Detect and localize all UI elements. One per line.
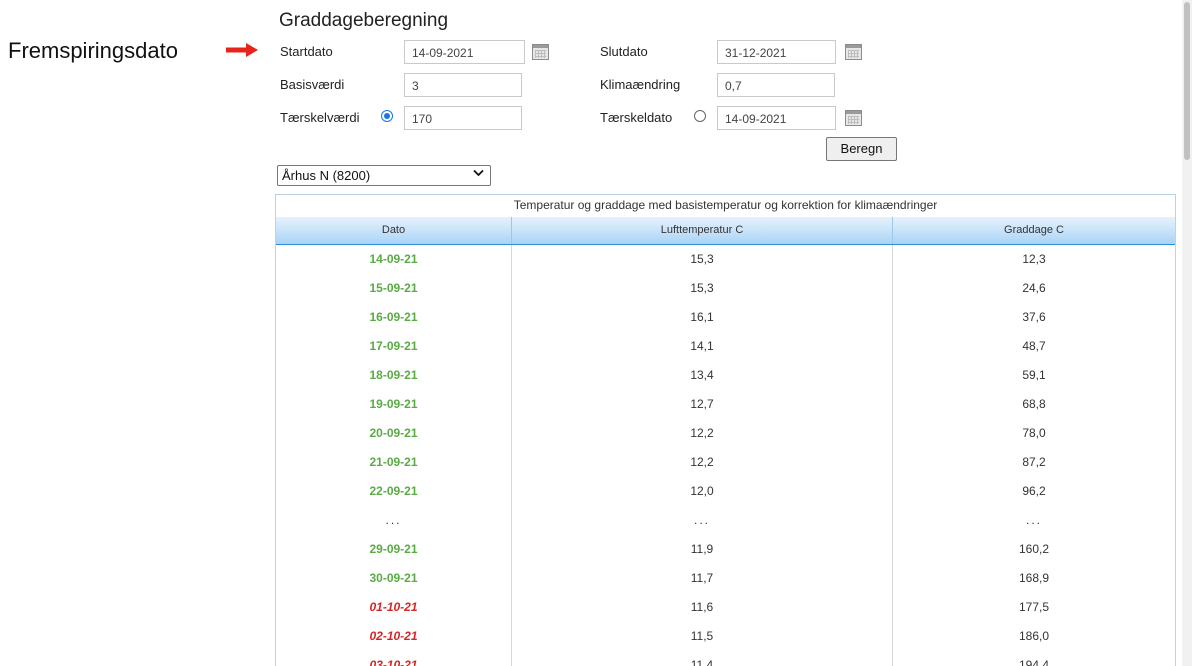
taerskeldato-label: Tærskeldato xyxy=(600,110,673,125)
table-row: 19-09-21 12,7 68,8 xyxy=(276,390,1175,419)
cell-graddage: 59,1 xyxy=(1022,368,1046,382)
taerskeldato-field[interactable]: 14-09-2021 xyxy=(717,106,836,130)
table-row: 17-09-21 14,1 48,7 xyxy=(276,332,1175,361)
cell-dato: 18-09-21 xyxy=(276,361,512,390)
taerskelvaerdi-field[interactable]: 170 xyxy=(404,106,522,130)
basisvaerdi-label: Basisværdi xyxy=(280,77,345,92)
table-body: 14-09-21 15,3 12,3 15-09-21 15,3 24,6 16-09-21… xyxy=(276,245,1175,666)
table-row: 16-09-21 16,1 37,6 xyxy=(276,303,1175,332)
cell-dato: 14-09-21 xyxy=(276,245,512,274)
taerskelvaerdi-label: Tærskelværdi xyxy=(280,110,360,125)
klimaaendring-field[interactable]: 0,7 xyxy=(717,73,835,97)
station-select[interactable]: Århus N (8200) xyxy=(277,165,491,186)
cell-graddage: 96,2 xyxy=(1022,484,1046,498)
cell-graddage: 68,8 xyxy=(1022,397,1046,411)
page-title: Graddageberegning xyxy=(279,10,449,31)
scrollbar[interactable] xyxy=(1182,0,1192,666)
cell-graddage: 78,0 xyxy=(1022,426,1046,440)
cell-lufttemperatur: 11,4 xyxy=(512,651,893,666)
cell-lufttemperatur: 12,7 xyxy=(512,390,893,419)
cell-graddage: ... xyxy=(1025,513,1042,527)
column-header-dato: Dato xyxy=(276,217,512,244)
cell-lufttemperatur: 11,5 xyxy=(512,622,893,651)
cell-lufttemperatur: 14,1 xyxy=(512,332,893,361)
annotation-label: Fremspiringsdato xyxy=(8,38,178,63)
calendar-icon[interactable] xyxy=(845,110,862,126)
table-row: 14-09-21 15,3 12,3 xyxy=(276,245,1175,274)
startdato-label: Startdato xyxy=(280,44,333,59)
cell-dato: 03-10-21 xyxy=(276,651,512,666)
column-header-lufttemperatur: Lufttemperatur C xyxy=(512,217,893,244)
basisvaerdi-field[interactable]: 3 xyxy=(404,73,522,97)
cell-lufttemperatur: 11,7 xyxy=(512,564,893,593)
cell-dato: 29-09-21 xyxy=(276,535,512,564)
calendar-icon[interactable] xyxy=(532,44,549,60)
graddage-table: Temperatur og graddage med basistemperat… xyxy=(275,194,1176,666)
taerskelvaerdi-radio[interactable] xyxy=(381,110,393,122)
cell-lufttemperatur: 12,0 xyxy=(512,477,893,506)
cell-dato: 22-09-21 xyxy=(276,477,512,506)
cell-dato: 17-09-21 xyxy=(276,332,512,361)
cell-dato: 01-10-21 xyxy=(276,593,512,622)
table-row: ......... xyxy=(276,506,1175,535)
table-row: 18-09-21 13,4 59,1 xyxy=(276,361,1175,390)
cell-lufttemperatur: 13,4 xyxy=(512,361,893,390)
cell-lufttemperatur: 12,2 xyxy=(512,448,893,477)
cell-lufttemperatur: 11,9 xyxy=(512,535,893,564)
cell-graddage: 186,0 xyxy=(1018,629,1050,643)
slutdato-field[interactable]: 31-12-2021 xyxy=(717,40,836,64)
taerskeldato-radio[interactable] xyxy=(694,110,706,122)
cell-dato: 15-09-21 xyxy=(276,274,512,303)
cell-dato: 20-09-21 xyxy=(276,419,512,448)
cell-lufttemperatur: ... xyxy=(512,506,893,535)
table-row: 01-10-21 11,6 177,5 xyxy=(276,593,1175,622)
table-row: 03-10-21 11,4 194,4 xyxy=(276,651,1175,666)
scrollbar-thumb[interactable] xyxy=(1184,2,1190,160)
table-row: 20-09-21 12,2 78,0 xyxy=(276,419,1175,448)
table-row: 02-10-21 11,5 186,0 xyxy=(276,622,1175,651)
arrow-right-icon xyxy=(226,43,258,57)
cell-dato: 16-09-21 xyxy=(276,303,512,332)
table-caption: Temperatur og graddage med basistemperat… xyxy=(513,198,938,212)
cell-graddage: 12,3 xyxy=(1022,252,1046,266)
klimaaendring-label: Klimaændring xyxy=(600,77,681,92)
station-select-value: Århus N (8200) xyxy=(282,168,371,183)
table-header: Dato Lufttemperatur C Graddage C xyxy=(276,217,1175,245)
cell-graddage: 87,2 xyxy=(1022,455,1046,469)
startdato-field[interactable]: 14-09-2021 xyxy=(404,40,525,64)
cell-lufttemperatur: 12,2 xyxy=(512,419,893,448)
cell-graddage: 48,7 xyxy=(1022,339,1046,353)
cell-graddage: 168,9 xyxy=(1018,571,1050,585)
cell-dato: 30-09-21 xyxy=(276,564,512,593)
calendar-icon[interactable] xyxy=(845,44,862,60)
cell-graddage: 160,2 xyxy=(1018,542,1050,556)
beregn-button[interactable]: Beregn xyxy=(826,137,897,161)
column-header-graddage: Graddage C xyxy=(1004,224,1064,236)
cell-dato: 21-09-21 xyxy=(276,448,512,477)
slutdato-label: Slutdato xyxy=(600,44,648,59)
cell-graddage: 37,6 xyxy=(1022,310,1046,324)
table-row: 21-09-21 12,2 87,2 xyxy=(276,448,1175,477)
cell-dato: ... xyxy=(276,506,512,535)
cell-graddage: 194,4 xyxy=(1018,658,1050,666)
cell-graddage: 177,5 xyxy=(1018,600,1050,614)
cell-lufttemperatur: 16,1 xyxy=(512,303,893,332)
cell-lufttemperatur: 15,3 xyxy=(512,245,893,274)
chevron-down-icon xyxy=(473,169,484,180)
table-row: 15-09-21 15,3 24,6 xyxy=(276,274,1175,303)
table-row: 29-09-21 11,9 160,2 xyxy=(276,535,1175,564)
cell-lufttemperatur: 11,6 xyxy=(512,593,893,622)
table-row: 22-09-21 12,0 96,2 xyxy=(276,477,1175,506)
cell-graddage: 24,6 xyxy=(1022,281,1046,295)
cell-dato: 02-10-21 xyxy=(276,622,512,651)
table-row: 30-09-21 11,7 168,9 xyxy=(276,564,1175,593)
cell-dato: 19-09-21 xyxy=(276,390,512,419)
cell-lufttemperatur: 15,3 xyxy=(512,274,893,303)
